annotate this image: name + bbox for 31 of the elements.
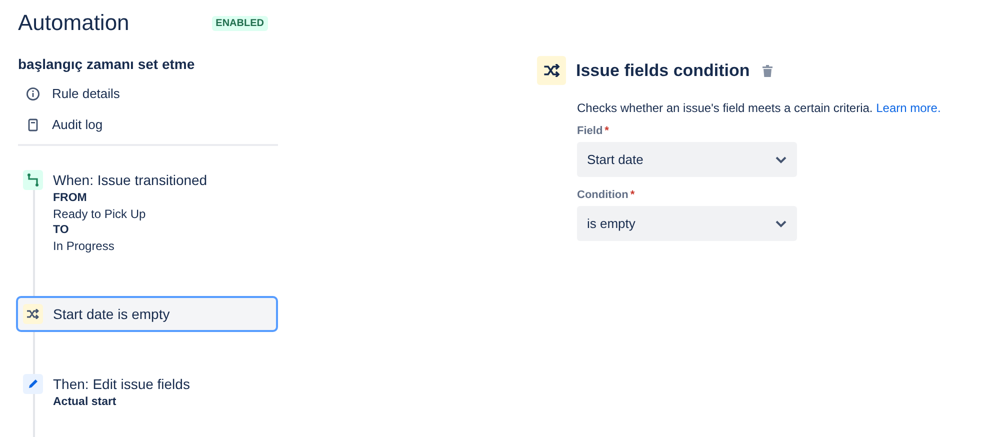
required-mark: * [604,125,609,137]
status-badge: ENABLED [212,16,268,30]
condition-icon [537,56,566,85]
info-icon [26,86,40,100]
select-field[interactable]: Start date [577,142,797,177]
branch-icon [27,173,39,187]
rule-step[interactable]: Start date is empty [16,296,278,332]
nav-link[interactable]: Audit log [18,109,278,140]
panel-title: Issue fields condition [576,60,750,80]
rule-name: başlangıç zamanı set etme [18,56,196,72]
field-label: Field [577,125,603,137]
description: Checks whether an issue's field meets a certain criteria. [577,101,873,115]
pencil-icon [27,378,39,390]
chevron-down-icon [775,220,787,228]
nav-link[interactable]: Rule details [18,78,278,109]
page-title: Automation [18,10,130,36]
shuffle-icon [27,309,39,319]
step-detail: Ready to Pick Up [53,206,147,222]
select-field[interactable]: is empty [577,206,797,241]
step-detail: In Progress [53,238,116,254]
step-detail: TO [53,223,70,238]
trash-icon[interactable] [762,64,773,76]
required-mark: * [630,189,635,201]
rule-step[interactable]: When: Issue transitioned FROM Ready to Pick Up TO In Progress [16,162,278,262]
step-detail: FROM [53,191,88,206]
field-label: Condition [577,189,628,201]
document-icon [26,118,40,132]
learn-more-link[interactable]: Learn more. [876,101,941,115]
step-detail: Actual start [53,395,118,410]
rule-step[interactable]: Then: Edit issue fields Actual start [16,366,278,418]
chevron-down-icon [775,156,787,164]
